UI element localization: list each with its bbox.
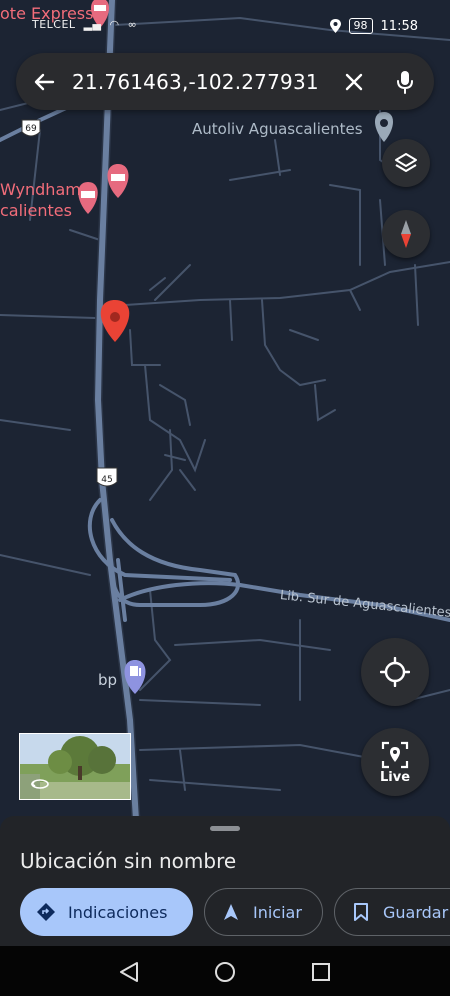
arrow-left-icon xyxy=(34,73,55,90)
search-input[interactable]: 21.761463,-102.277931 xyxy=(72,70,332,94)
microphone-icon xyxy=(397,70,413,94)
poi-label-autoliv[interactable]: Autoliv Aguascalientes xyxy=(192,120,363,138)
live-label: Live xyxy=(379,770,411,785)
crosshair-icon xyxy=(380,657,410,687)
clock: 11:58 xyxy=(380,18,418,34)
status-bar: TELCEL ▂▄ ◠ ∞ 98 11:58 xyxy=(0,0,450,46)
rotate-360-icon xyxy=(30,779,49,789)
layers-icon xyxy=(395,153,417,172)
place-bottom-sheet[interactable]: Ubicación sin nombre Indicaciones Inicia… xyxy=(0,816,450,946)
location-status-icon xyxy=(329,19,341,33)
back-button[interactable] xyxy=(16,53,72,110)
circle-home-icon xyxy=(215,962,235,982)
nav-back-button[interactable] xyxy=(116,959,142,985)
svg-text:45: 45 xyxy=(101,475,112,485)
triangle-back-icon xyxy=(120,962,138,982)
directions-button[interactable]: Indicaciones xyxy=(20,888,193,936)
start-label: Iniciar xyxy=(253,902,302,922)
directions-label: Indicaciones xyxy=(68,902,168,922)
highway-45-shield: 45 xyxy=(96,467,118,487)
system-navigation-bar xyxy=(0,946,450,996)
street-view-thumbnail[interactable] xyxy=(19,733,131,800)
layers-button[interactable] xyxy=(382,139,430,187)
highway-69-shield: 69 xyxy=(21,119,41,137)
voice-search-button[interactable] xyxy=(376,53,434,110)
drag-handle[interactable] xyxy=(210,826,240,831)
carrier-area: TELCEL ▂▄ ◠ ∞ xyxy=(32,18,137,31)
save-button[interactable]: Guardar xyxy=(334,888,450,936)
compass-button[interactable] xyxy=(382,210,430,258)
compass-icon xyxy=(401,220,411,248)
square-recents-icon xyxy=(312,963,330,981)
clear-search-button[interactable] xyxy=(332,53,376,110)
close-icon xyxy=(345,73,363,90)
maps-app: 69 45 ote Express Wyndham calientes Auto… xyxy=(0,0,450,996)
carrier-name: TELCEL xyxy=(32,18,76,31)
hotel-label-wyndham[interactable]: Wyndham xyxy=(0,180,81,199)
start-button[interactable]: Iniciar xyxy=(204,888,323,936)
wifi-icon: ◠ xyxy=(109,18,120,31)
nav-recents-button[interactable] xyxy=(308,959,334,985)
voicemail-icon: ∞ xyxy=(127,18,138,31)
live-view-button[interactable]: Live xyxy=(361,728,429,796)
navigation-arrow-icon xyxy=(221,902,241,922)
place-title: Ubicación sin nombre xyxy=(20,849,237,873)
save-label: Guardar xyxy=(383,902,449,922)
gas-station-label[interactable]: bp xyxy=(98,671,117,689)
my-location-button[interactable] xyxy=(361,638,429,706)
directions-diamond-icon xyxy=(36,902,56,922)
battery-indicator: 98 xyxy=(348,18,373,34)
search-bar[interactable]: 21.761463,-102.277931 xyxy=(16,53,434,110)
svg-text:69: 69 xyxy=(25,124,37,134)
live-view-icon xyxy=(381,741,409,769)
signal-icon: ▂▄ xyxy=(83,18,102,31)
hotel-label-wyndham-2[interactable]: calientes xyxy=(0,201,72,220)
status-right: 98 11:58 xyxy=(329,18,418,34)
bookmark-icon xyxy=(351,902,371,922)
nav-home-button[interactable] xyxy=(212,959,238,985)
